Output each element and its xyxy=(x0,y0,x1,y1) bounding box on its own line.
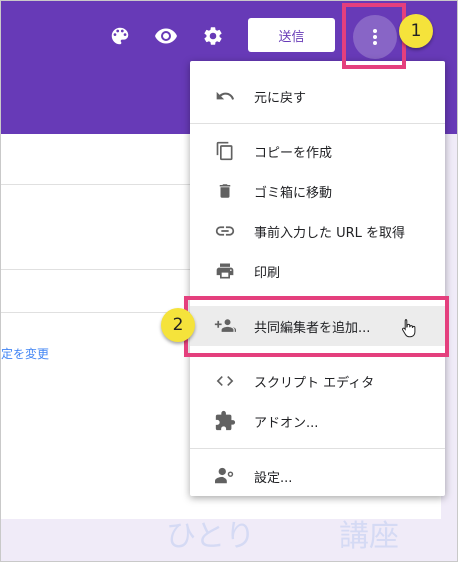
menu-item-undo[interactable]: 元に戻す xyxy=(190,76,445,116)
highlight-box-more-button xyxy=(342,3,406,69)
link-icon xyxy=(214,220,236,242)
code-icon xyxy=(214,370,236,392)
menu-item-trash[interactable]: ゴミ箱に移動 xyxy=(190,171,445,211)
person-settings-icon xyxy=(214,465,236,487)
eye-icon[interactable] xyxy=(153,23,179,49)
menu-item-addons[interactable]: アドオン... xyxy=(190,401,445,441)
divider xyxy=(1,269,191,270)
menu-item-label: コピーを作成 xyxy=(254,145,333,161)
menu-item-label: ゴミ箱に移動 xyxy=(254,185,333,201)
step-badge-2: 2 xyxy=(161,308,195,342)
puzzle-icon xyxy=(214,410,236,432)
gear-icon[interactable] xyxy=(200,23,226,49)
highlight-box-add-collaborators xyxy=(184,296,449,357)
step-badge-1: 1 xyxy=(399,14,433,48)
menu-item-print[interactable]: 印刷 xyxy=(190,251,445,291)
divider xyxy=(1,184,191,185)
trash-icon xyxy=(214,180,236,202)
menu-separator xyxy=(190,448,445,449)
menu-item-label: 元に戻す xyxy=(254,90,307,106)
undo-icon xyxy=(214,85,236,107)
menu-item-label: 印刷 xyxy=(254,265,281,281)
menu-item-label: アドオン... xyxy=(254,415,319,431)
menu-item-copy[interactable]: コピーを作成 xyxy=(190,131,445,171)
copy-icon xyxy=(214,140,236,162)
screenshot-frame: 送信 定を変更 元に戻す コピーを作成 ゴミ箱に移動 事前入力した URL を取… xyxy=(0,0,458,562)
watermark-text: ひとり xyxy=(166,519,256,554)
palette-icon[interactable] xyxy=(107,23,133,49)
background-settings-link[interactable]: 定を変更 xyxy=(1,345,49,362)
menu-item-label: 設定... xyxy=(254,470,293,486)
watermark-text: 講座 xyxy=(339,519,399,554)
more-options-menu: 元に戻す コピーを作成 ゴミ箱に移動 事前入力した URL を取得 印刷 共同編… xyxy=(190,61,445,496)
menu-separator xyxy=(190,123,445,124)
divider xyxy=(1,312,191,313)
menu-item-prefilled-url[interactable]: 事前入力した URL を取得 xyxy=(190,211,445,251)
menu-item-settings[interactable]: 設定... xyxy=(190,456,445,496)
menu-item-label: 事前入力した URL を取得 xyxy=(254,225,406,241)
print-icon xyxy=(214,260,236,282)
menu-item-label: スクリプト エディタ xyxy=(254,375,375,391)
send-button[interactable]: 送信 xyxy=(248,18,335,52)
menu-item-script-editor[interactable]: スクリプト エディタ xyxy=(190,361,445,401)
